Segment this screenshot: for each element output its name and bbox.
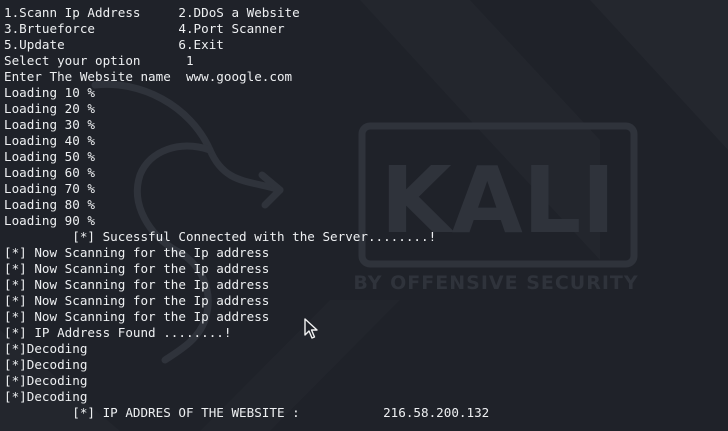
- terminal-line: [*]Decoding: [4, 357, 88, 372]
- terminal-line: Loading 20 %: [4, 101, 95, 116]
- terminal-line: 3.Brtueforce 4.Port Scanner: [4, 21, 285, 36]
- terminal-line: [*] Now Scanning for the Ip address: [4, 309, 270, 324]
- terminal-line: Enter The Website name www.google.com: [4, 69, 293, 84]
- terminal-line: Loading 70 %: [4, 181, 95, 196]
- terminal-output: 1.Scann Ip Address 2.DDoS a Website 3.Brt…: [4, 5, 489, 421]
- terminal-line: [*]Decoding: [4, 341, 88, 356]
- terminal-line: 5.Update 6.Exit: [4, 37, 224, 52]
- terminal-line: [*] Now Scanning for the Ip address: [4, 245, 270, 260]
- terminal-line: Select your option 1: [4, 53, 194, 68]
- mouse-pointer-icon: [304, 318, 318, 339]
- terminal-line: [*] Now Scanning for the Ip address: [4, 277, 270, 292]
- terminal-line: [*] IP Address Found ........!: [4, 325, 232, 340]
- terminal-line: Loading 90 %: [4, 213, 95, 228]
- terminal-window[interactable]: KALI BY OFFENSIVE SECURITY 1.Scann Ip Ad…: [0, 0, 728, 431]
- terminal-line: [*]Decoding: [4, 373, 88, 388]
- terminal-line: Loading 40 %: [4, 133, 95, 148]
- terminal-line: Loading 80 %: [4, 197, 95, 212]
- terminal-line: [*]Decoding: [4, 389, 88, 404]
- terminal-line: [*] Now Scanning for the Ip address: [4, 261, 270, 276]
- terminal-line: [*] Now Scanning for the Ip address: [4, 293, 270, 308]
- terminal-line: [*] IP ADDRES OF THE WEBSITE : 216.58.20…: [4, 405, 490, 420]
- terminal-line: [*] Sucessful Connected with the Server.…: [4, 229, 437, 244]
- terminal-line: Loading 50 %: [4, 149, 95, 164]
- terminal-line: Loading 10 %: [4, 85, 95, 100]
- terminal-line: 1.Scann Ip Address 2.DDoS a Website: [4, 5, 300, 20]
- terminal-line: Loading 60 %: [4, 165, 95, 180]
- terminal-line: Loading 30 %: [4, 117, 95, 132]
